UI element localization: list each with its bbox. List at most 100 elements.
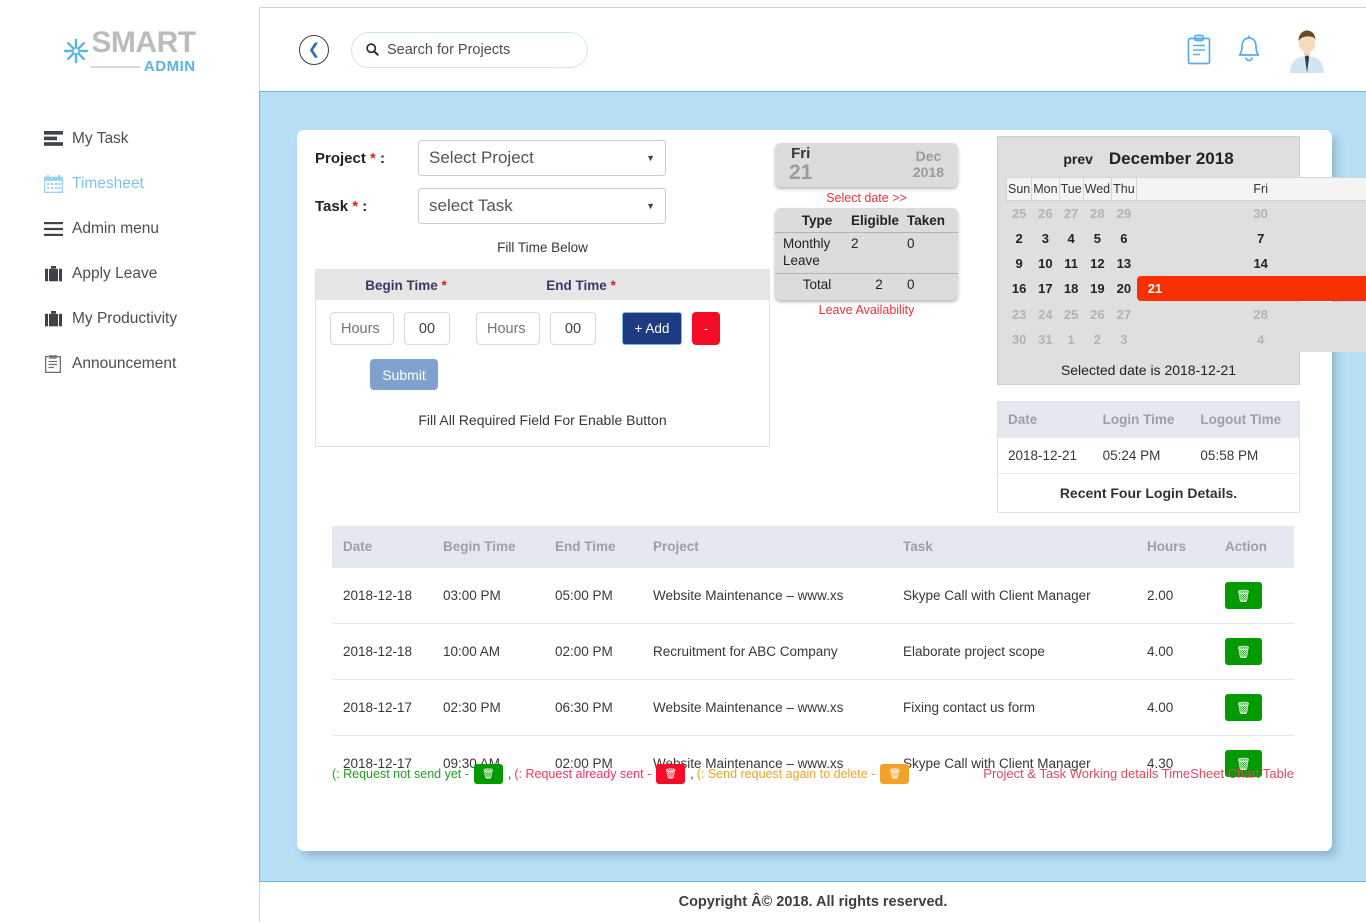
calendar-grid: Sun Mon Tue Wed Thu Fri Sat — [1006, 177, 1291, 352]
task-select[interactable]: select Task ▼ — [418, 188, 666, 224]
calendar-day[interactable]: 5 — [1083, 226, 1111, 251]
user-avatar[interactable] — [1284, 27, 1330, 73]
chevron-left-circle-icon[interactable]: ❮ — [299, 35, 329, 65]
sidebar-nav: My Task — [0, 116, 259, 386]
calendar-day[interactable]: 18 — [1059, 276, 1083, 302]
entry-date: 2018-12-17 — [332, 680, 432, 736]
begin-hours-input[interactable] — [330, 312, 394, 345]
selected-date-card[interactable]: Fri 21 Dec 2018 — [775, 143, 958, 187]
bell-icon[interactable] — [1236, 35, 1262, 65]
calendar-day[interactable]: 14 — [1136, 251, 1366, 276]
calendar-day[interactable]: 20 — [1112, 276, 1137, 302]
header-begin: Begin Time — [432, 526, 544, 568]
date-month: Dec — [913, 149, 944, 163]
task-row: Task * : select Task ▼ — [315, 188, 785, 224]
sidebar-item-my-productivity[interactable]: My Productivity — [0, 296, 259, 341]
calendar-day[interactable]: 11 — [1059, 251, 1083, 276]
begin-time-header-text: Begin Time — [365, 278, 438, 293]
required-asterisk: * — [611, 278, 616, 293]
content-area: Project * : Select Project ▼ Task * — [259, 91, 1366, 882]
calendar-week-row: 2345678 — [1007, 226, 1366, 251]
header-task: Task — [892, 526, 1136, 568]
delete-entry-button[interactable]: 🗑 — [1225, 638, 1262, 665]
calendar-day[interactable]: 13 — [1112, 251, 1137, 276]
brand-name-main: SMART — [91, 28, 195, 58]
calendar-day[interactable]: 16 — [1007, 276, 1032, 302]
remove-row-button[interactable]: - — [692, 312, 720, 345]
calendar-day-selected[interactable]: 21 — [1137, 276, 1366, 301]
entry-begin-time: 10:00 AM — [432, 624, 544, 680]
header-action: Action — [1214, 526, 1294, 568]
begin-minutes-input[interactable] — [404, 312, 450, 345]
topbar-actions — [1186, 27, 1366, 73]
time-entry-header: Begin Time * End Time * — [316, 270, 769, 300]
sidebar-item-my-task[interactable]: My Task — [0, 116, 259, 161]
entry-task: Fixing contact us form — [892, 680, 1136, 736]
end-minutes-input[interactable] — [550, 312, 596, 345]
header-hours: Hours — [1136, 526, 1214, 568]
legend-text: (: Request not send yet - — [332, 767, 469, 781]
search-box[interactable] — [351, 32, 588, 68]
select-date-link[interactable]: Select date >> — [775, 191, 958, 205]
chart-table-link[interactable]: Project & Task Working details TimeSheet… — [983, 766, 1294, 781]
legend-item-not-sent: (: Request not send yet - 🗑 — [332, 764, 508, 784]
leave-table-header: Type Eligible Taken — [775, 211, 958, 233]
required-asterisk: * — [352, 198, 358, 215]
time-entry-box: Begin Time * End Time * — [315, 269, 770, 447]
entry-end-time: 06:30 PM — [544, 680, 642, 736]
calendar-prev-button[interactable]: prev — [1063, 151, 1093, 167]
entry-date: 2018-12-18 — [332, 624, 432, 680]
delete-entry-button[interactable]: 🗑 — [1225, 694, 1262, 721]
project-select[interactable]: Select Project ▼ — [418, 140, 666, 176]
search-input[interactable] — [385, 41, 573, 59]
entry-project: Recruitment for ABC Company — [642, 624, 892, 680]
calendar-week-row: 16171819202122 — [1007, 276, 1366, 302]
action-legend: (: Request not send yet - 🗑 , (: Request… — [332, 764, 914, 784]
end-hours-input[interactable] — [476, 312, 540, 345]
sidebar-item-announcement[interactable]: Announcement — [0, 341, 259, 386]
calendar-day[interactable]: 10 — [1032, 251, 1059, 276]
delete-entry-button[interactable]: 🗑 — [1225, 582, 1262, 609]
calendar-day: 28 — [1083, 201, 1111, 226]
date-leave-column: Fri 21 Dec 2018 Select date >> Type Elig… — [775, 143, 985, 317]
task-select-value: select Task — [429, 196, 513, 216]
calendar-day[interactable]: 19 — [1083, 276, 1111, 302]
sidebar-item-timesheet[interactable]: Timesheet — [0, 161, 259, 206]
project-label: Project * : — [315, 150, 418, 167]
calendar-week-row: 2526272829301 — [1007, 201, 1366, 226]
entries-body: 2018-12-1803:00 PM05:00 PMWebsite Mainte… — [332, 568, 1294, 792]
sidebar-item-admin-menu[interactable]: Admin menu — [0, 206, 259, 251]
entry-action-cell: 🗑 — [1214, 568, 1294, 624]
calendar-day: 31 — [1032, 327, 1059, 352]
calendar-day[interactable]: 2 — [1007, 226, 1032, 251]
calendar-day[interactable]: 3 — [1032, 226, 1059, 251]
header-project: Project — [642, 526, 892, 568]
calendar-day[interactable]: 7 — [1136, 226, 1366, 251]
header-end: End Time — [544, 526, 642, 568]
calendar-day[interactable]: 6 — [1112, 226, 1137, 251]
legend-item-send-again: (: Send request again to delete - 🗑 — [697, 764, 915, 784]
add-row-button[interactable]: + Add — [622, 312, 682, 345]
calendar-day[interactable]: 4 — [1059, 226, 1083, 251]
briefcase-icon — [42, 311, 64, 327]
briefcase-icon — [42, 266, 64, 282]
calendar-day[interactable]: 12 — [1083, 251, 1111, 276]
begin-time-header: Begin Time * — [316, 278, 496, 293]
calendar-week-row: 303112345 — [1007, 327, 1366, 352]
submit-button[interactable]: Submit — [370, 359, 438, 390]
sidebar-item-label: Admin menu — [72, 220, 159, 238]
calendar-week-row: 23242526272829 — [1007, 302, 1366, 327]
chevron-down-icon: ▼ — [646, 153, 655, 163]
calendar-title: December 2018 — [1109, 149, 1234, 169]
calendar-day[interactable]: 17 — [1032, 276, 1059, 302]
sidebar-item-apply-leave[interactable]: Apply Leave — [0, 251, 259, 296]
sidebar-item-label: My Task — [72, 130, 129, 148]
trash-icon: 🗑 — [656, 764, 685, 784]
brand-logo[interactable]: SMART ADMIN — [0, 0, 259, 80]
leave-row: Total 2 0 — [775, 274, 958, 297]
calendar-day[interactable]: 9 — [1007, 251, 1032, 276]
brand-rule — [91, 66, 139, 68]
calendar-header: prev December 2018 — [998, 145, 1299, 177]
table-row: 2018-12-1803:00 PM05:00 PMWebsite Mainte… — [332, 568, 1294, 624]
clipboard-icon[interactable] — [1186, 34, 1214, 66]
